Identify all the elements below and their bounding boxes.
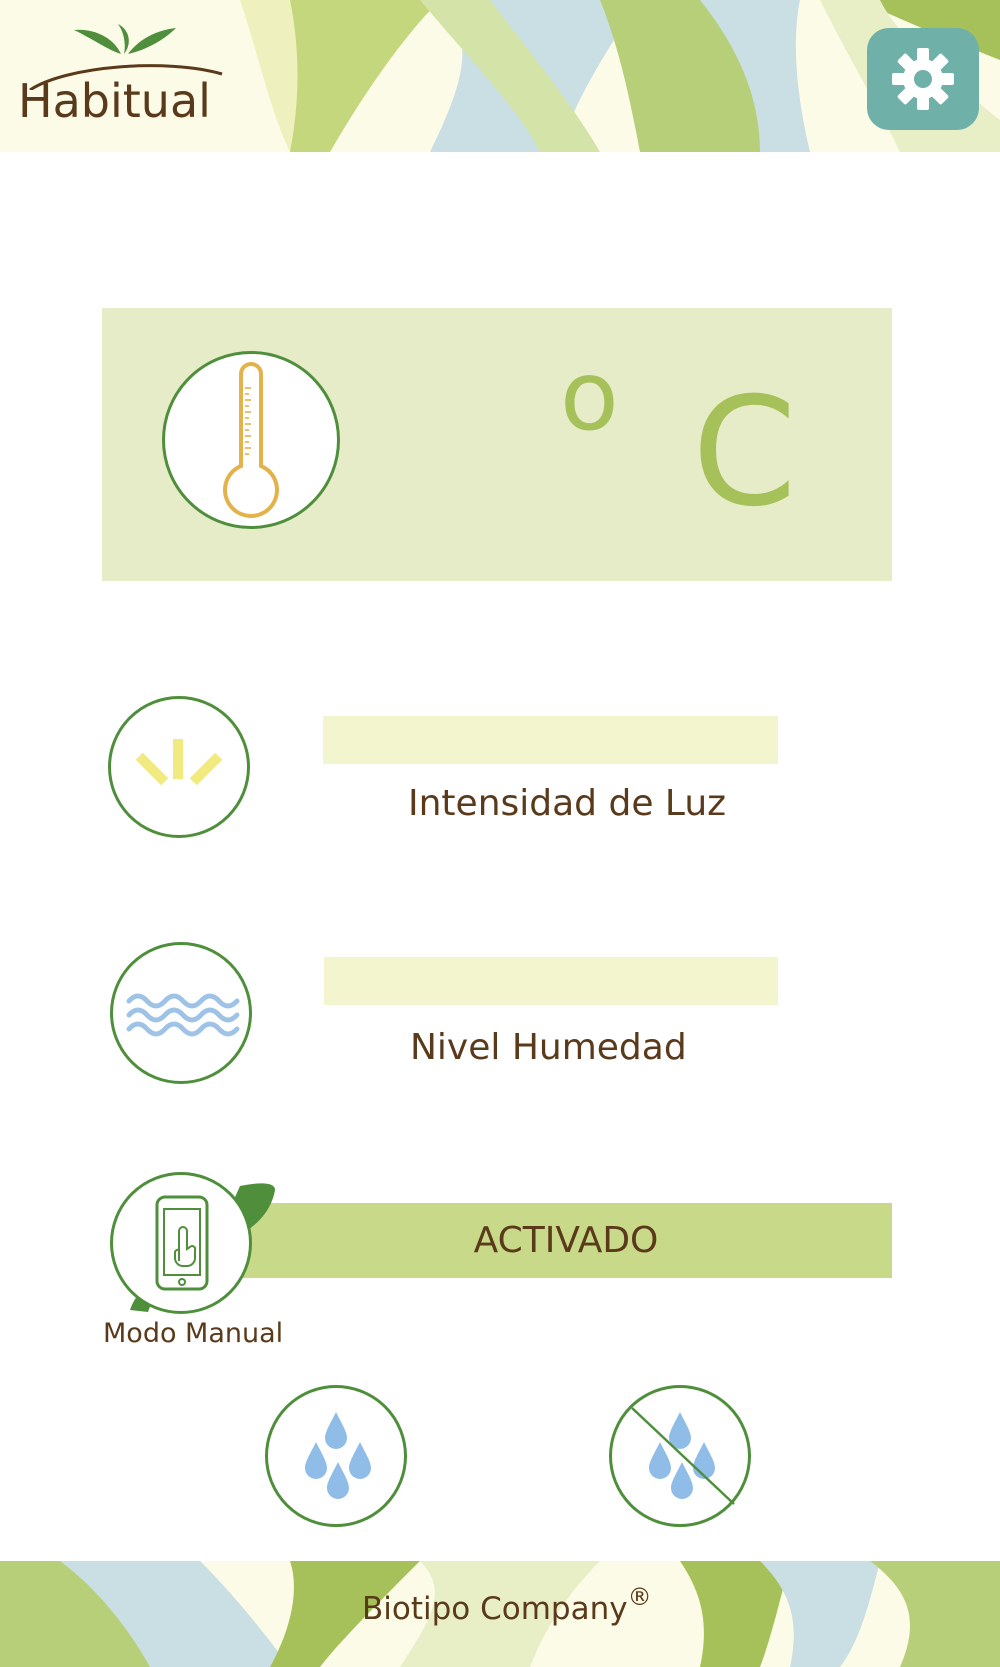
thermometer-icon xyxy=(223,362,279,518)
thermometer-badge xyxy=(162,351,340,529)
app-header: Habitual xyxy=(0,0,1000,152)
watering-off-button[interactable] xyxy=(609,1385,751,1527)
water-drops-icon xyxy=(305,1412,371,1499)
manual-mode-status: ACTIVADO xyxy=(473,1220,659,1261)
temperature-panel: o C xyxy=(102,308,892,581)
humidity-badge xyxy=(110,942,252,1084)
gear-icon xyxy=(892,48,954,110)
settings-button[interactable] xyxy=(867,28,979,130)
company-name: Biotipo Company xyxy=(362,1591,628,1627)
waves-icon xyxy=(126,993,240,1037)
sun-rays-icon xyxy=(135,739,223,786)
water-drops-off-icon xyxy=(631,1407,735,1505)
humidity-label: Nivel Humedad xyxy=(410,1027,687,1068)
light-label: Intensidad de Luz xyxy=(408,783,727,824)
habitual-logo: Habitual xyxy=(16,20,230,132)
manual-mode-badge[interactable] xyxy=(110,1172,252,1314)
registered-mark: ® xyxy=(627,1583,652,1611)
manual-mode-label: Modo Manual xyxy=(103,1318,284,1349)
app-footer: Biotipo Company® xyxy=(0,1561,1000,1667)
company-credit: Biotipo Company® xyxy=(362,1583,652,1627)
watering-on-button[interactable] xyxy=(265,1385,407,1527)
phone-touch-icon xyxy=(155,1195,209,1291)
manual-mode-status-bar[interactable]: ACTIVADO xyxy=(240,1203,892,1278)
light-level-bar xyxy=(323,716,778,764)
degree-symbol: o xyxy=(560,340,619,452)
brand-name: Habitual xyxy=(18,74,211,128)
temperature-unit: C xyxy=(692,366,797,540)
light-badge xyxy=(108,696,250,838)
humidity-level-bar xyxy=(324,957,778,1005)
